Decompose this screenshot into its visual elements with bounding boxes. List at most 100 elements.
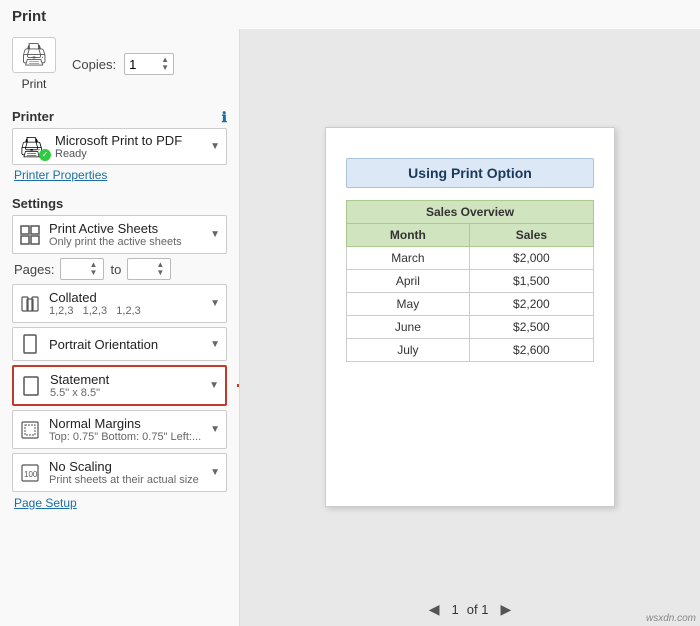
active-sheets-text: Print Active Sheets Only print the activ…	[49, 221, 202, 248]
copies-down-btn[interactable]: ▼	[161, 64, 169, 72]
pages-to-down[interactable]: ▼	[156, 269, 164, 277]
print-button-area: 🖨 Print Copies: ▲ ▼	[12, 37, 227, 91]
table-header: Sales Overview	[347, 201, 594, 224]
table-row: July$2,600	[347, 339, 594, 362]
nav-next-btn[interactable]: ▶	[496, 599, 515, 620]
active-sheets-arrow: ▼	[210, 229, 220, 240]
copies-input[interactable]	[129, 57, 159, 72]
scaling-text: No Scaling Print sheets at their actual …	[49, 459, 202, 486]
printer-icon: 🖨	[12, 37, 56, 73]
cell-month: March	[347, 247, 470, 270]
copies-area: Copies: ▲ ▼	[72, 53, 174, 75]
printer-name: Microsoft Print to PDF	[55, 133, 202, 148]
margins-arrow: ▼	[210, 424, 220, 435]
active-sheets-icon	[19, 224, 41, 246]
preview-title: Using Print Option	[346, 158, 594, 188]
nav-page-number: 1	[452, 602, 459, 617]
pages-from-down[interactable]: ▼	[89, 269, 97, 277]
right-panel: Using Print Option Sales Overview Month …	[240, 29, 700, 626]
print-button[interactable]: 🖨 Print	[12, 37, 56, 91]
cell-month: April	[347, 270, 470, 293]
orientation-title: Portrait Orientation	[49, 337, 202, 352]
cell-sales: $1,500	[469, 270, 593, 293]
margins-title: Normal Margins	[49, 416, 202, 431]
collated-title: Collated	[49, 290, 202, 305]
scaling-arrow: ▼	[210, 467, 220, 478]
col-sales: Sales	[469, 224, 593, 247]
setting-scaling[interactable]: 100 No Scaling Print sheets at their act…	[12, 453, 227, 492]
cell-sales: $2,600	[469, 339, 593, 362]
printer-ready-badge: ✓	[39, 149, 51, 161]
margins-icon	[19, 419, 41, 441]
scaling-title: No Scaling	[49, 459, 202, 474]
orientation-text: Portrait Orientation	[49, 337, 202, 352]
setting-active-sheets[interactable]: Print Active Sheets Only print the activ…	[12, 215, 227, 254]
table-row: April$1,500	[347, 270, 594, 293]
collated-icon	[19, 293, 41, 315]
paper-size-title: Statement	[50, 372, 201, 387]
print-label: Print	[22, 77, 47, 91]
paper-size-arrow: ▼	[209, 380, 219, 391]
printer-info: Microsoft Print to PDF Ready	[55, 133, 202, 160]
setting-paper-size[interactable]: Statement 5.5" x 8.5" ▼	[12, 365, 227, 406]
settings-section: Settings Print Active Sheets Only prin	[12, 190, 227, 510]
paper-size-icon	[20, 375, 42, 397]
margins-text: Normal Margins Top: 0.75" Bottom: 0.75" …	[49, 416, 202, 443]
print-dialog: Print 🖨 Print Copies: ▲ ▼	[0, 0, 700, 626]
active-sheets-subtitle: Only print the active sheets	[49, 236, 202, 248]
cell-sales: $2,500	[469, 316, 593, 339]
cell-month: July	[347, 339, 470, 362]
paper-size-subtitle: 5.5" x 8.5"	[50, 387, 201, 399]
preview-table: Sales Overview Month Sales March$2,000Ap…	[346, 200, 594, 362]
collated-text: Collated 1,2,3 1,2,3 1,2,3	[49, 290, 202, 317]
pages-to-input[interactable]	[132, 262, 156, 276]
pages-to-label: to	[110, 262, 121, 277]
nav-bar: ◀ 1 of 1 ▶	[425, 595, 515, 620]
pages-from-input[interactable]	[65, 262, 89, 276]
printer-section: Printer ℹ 🖨 ✓ Microsoft Print to PDF Rea…	[12, 103, 227, 182]
setting-collated[interactable]: Collated 1,2,3 1,2,3 1,2,3 ▼	[12, 284, 227, 323]
svg-text:100: 100	[24, 470, 38, 479]
title-text: Print	[12, 8, 46, 25]
table-row: May$2,200	[347, 293, 594, 316]
cell-month: June	[347, 316, 470, 339]
pages-to-wrap: ▲ ▼	[127, 258, 171, 280]
pages-from-wrap: ▲ ▼	[60, 258, 104, 280]
cell-sales: $2,000	[469, 247, 593, 270]
printer-heading: Printer ℹ	[12, 109, 227, 124]
settings-heading: Settings	[12, 196, 227, 211]
page-setup-link[interactable]: Page Setup	[14, 496, 227, 510]
preview-area: Using Print Option Sales Overview Month …	[248, 39, 692, 595]
printer-info-icon[interactable]: ℹ	[222, 109, 227, 126]
scaling-subtitle: Print sheets at their actual size	[49, 474, 202, 486]
orientation-arrow: ▼	[210, 339, 220, 350]
printer-properties-link[interactable]: Printer Properties	[14, 168, 227, 182]
collated-arrow: ▼	[210, 298, 220, 309]
printer-dropdown[interactable]: 🖨 ✓ Microsoft Print to PDF Ready ▼	[12, 128, 227, 165]
pages-label: Pages:	[14, 262, 54, 277]
printer-dropdown-arrow: ▼	[210, 141, 220, 152]
margins-subtitle: Top: 0.75" Bottom: 0.75" Left:...	[49, 431, 202, 443]
nav-of-label: of 1	[467, 602, 489, 617]
copies-input-wrap: ▲ ▼	[124, 53, 174, 75]
orientation-icon	[19, 333, 41, 355]
watermark: wsxdn.com	[646, 613, 696, 624]
setting-margins[interactable]: Normal Margins Top: 0.75" Bottom: 0.75" …	[12, 410, 227, 449]
pages-row: Pages: ▲ ▼ to ▲ ▼	[14, 258, 227, 280]
left-panel: 🖨 Print Copies: ▲ ▼ Pr	[0, 29, 240, 626]
dialog-content: 🖨 Print Copies: ▲ ▼ Pr	[0, 29, 700, 626]
dialog-title: Print	[0, 0, 700, 29]
scaling-icon: 100	[19, 462, 41, 484]
printer-icon-wrap: 🖨 ✓	[19, 135, 47, 159]
table-row: March$2,000	[347, 247, 594, 270]
cell-month: May	[347, 293, 470, 316]
printer-status: Ready	[55, 148, 202, 160]
copies-spinner: ▲ ▼	[161, 56, 169, 72]
paper-size-text: Statement 5.5" x 8.5"	[50, 372, 201, 399]
setting-orientation[interactable]: Portrait Orientation ▼	[12, 327, 227, 361]
collated-subtitle: 1,2,3 1,2,3 1,2,3	[49, 305, 202, 317]
active-sheets-title: Print Active Sheets	[49, 221, 202, 236]
nav-prev-btn[interactable]: ◀	[425, 599, 444, 620]
table-row: June$2,500	[347, 316, 594, 339]
cell-sales: $2,200	[469, 293, 593, 316]
